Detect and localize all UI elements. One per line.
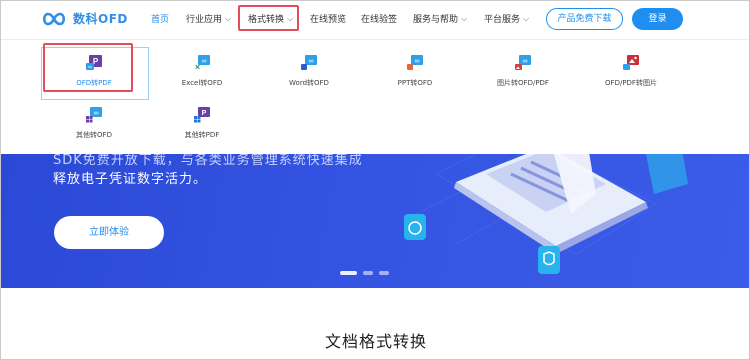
menu-item-label: Word转OFD [289, 79, 329, 87]
try-now-button[interactable]: 立即体验 [54, 216, 164, 249]
nav-industry-label: 行业应用 [186, 15, 223, 25]
nav-online-preview[interactable]: 在线预览 [310, 13, 346, 27]
menu-item-label: 其他转OFD [76, 131, 112, 139]
format-convert-dropdown: P ∞ OFD转PDF ∞ × Excel转OFD ∞ Word转OFD ∞ P… [1, 39, 749, 154]
other-to-ofd-icon: ∞ [86, 107, 102, 123]
ofd-to-pdf-highlight [43, 43, 133, 92]
svg-text:P: P [202, 110, 207, 117]
nav-platform-service-label: 平台服务 [484, 15, 521, 25]
word-to-ofd-icon: ∞ [301, 55, 317, 70]
svg-text:∞: ∞ [415, 58, 420, 65]
carousel-dot[interactable] [379, 271, 389, 275]
menu-item-excel-to-ofd[interactable]: ∞ × Excel转OFD [162, 55, 242, 95]
ofd-pdf-to-image-icon [623, 55, 639, 70]
svg-text:∞: ∞ [94, 110, 99, 117]
menu-item-image-to-ofd-pdf[interactable]: ∞ 图片转OFD/PDF [483, 55, 563, 95]
nav-online-preview-label: 在线预览 [310, 15, 347, 25]
svg-text:∞: ∞ [202, 58, 207, 65]
section-title: 文档格式转换 [324, 332, 427, 351]
ppt-to-ofd-icon: ∞ [407, 55, 423, 70]
nav-service-help-label: 服务与帮助 [413, 15, 459, 25]
image-to-ofd-pdf-icon: ∞ [515, 55, 531, 70]
menu-item-label: 图片转OFD/PDF [497, 79, 549, 87]
carousel-dots [340, 271, 389, 275]
hero-line-2: 释放电子凭证数字活力。 [53, 172, 208, 187]
menu-item-ofd-pdf-to-image[interactable]: OFD/PDF转图片 [591, 55, 671, 95]
chevron-down-icon: ⌵ [523, 14, 530, 23]
hero-banner: SDK免费开放下载，与各类业务管理系统快速集成 释放电子凭证数字活力。 立即体验 [1, 154, 749, 288]
hero-line-1: SDK免费开放下载，与各类业务管理系统快速集成 [53, 154, 363, 168]
carousel-dot[interactable] [340, 271, 357, 275]
brand-logo[interactable]: 数科OFD [41, 10, 128, 27]
menu-item-ppt-to-ofd[interactable]: ∞ PPT转OFD [375, 55, 455, 95]
menu-item-other-to-pdf[interactable]: P 其他转PDF [162, 107, 242, 147]
other-to-pdf-icon: P [194, 107, 210, 123]
carousel-dot[interactable] [363, 271, 373, 275]
brand-name: 数科OFD [73, 12, 128, 26]
excel-to-ofd-icon: ∞ × [195, 55, 210, 71]
nav-online-verify-label: 在线验签 [361, 15, 398, 25]
chevron-down-icon: ⌵ [461, 14, 468, 23]
browser-viewport: 数科OFD 首页 行业应用 ⌵ 格式转换 ⌵ 在线预览 在线验签 服务与帮助 ⌵ 平台… [0, 0, 750, 360]
menu-item-label: Excel转OFD [181, 79, 223, 87]
top-header: 数科OFD 首页 行业应用 ⌵ 格式转换 ⌵ 在线预览 在线验签 服务与帮助 ⌵ 平台… [1, 1, 749, 39]
svg-text:×: × [195, 62, 200, 71]
menu-item-label: 其他转PDF [184, 131, 220, 139]
svg-text:∞: ∞ [523, 58, 528, 65]
nav-service-help[interactable]: 服务与帮助 ⌵ [413, 13, 467, 27]
menu-item-label: OFD/PDF转图片 [605, 79, 657, 87]
nav-format-convert-highlight [238, 5, 299, 31]
nav-online-verify[interactable]: 在线验签 [361, 13, 397, 27]
nav-home[interactable]: 首页 [151, 13, 169, 27]
menu-item-other-to-ofd[interactable]: ∞ 其他转OFD [54, 107, 134, 147]
svg-text:∞: ∞ [309, 58, 314, 65]
laptop-illustration [404, 154, 688, 274]
menu-item-word-to-ofd[interactable]: ∞ Word转OFD [269, 55, 349, 95]
login-button[interactable]: 登录 [632, 8, 683, 30]
menu-item-label: PPT转OFD [397, 79, 433, 87]
nav-home-label: 首页 [151, 15, 170, 25]
free-download-button[interactable]: 产品免费下载 [546, 8, 623, 30]
nav-platform-service[interactable]: 平台服务 ⌵ [484, 13, 529, 27]
infinity-logo-icon [42, 12, 66, 25]
nav-industry[interactable]: 行业应用 ⌵ [186, 13, 231, 27]
chevron-down-icon: ⌵ [225, 14, 232, 23]
